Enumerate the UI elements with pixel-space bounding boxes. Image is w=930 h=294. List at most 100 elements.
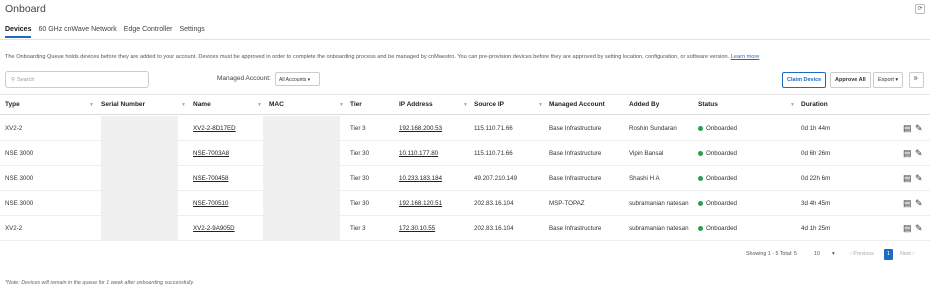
col-ip[interactable]: IP Address <box>399 101 433 108</box>
search-input[interactable]: ⚲ Search <box>5 71 149 88</box>
mac-cell <box>263 166 340 190</box>
current-page-button[interactable]: 1 <box>884 249 893 260</box>
type-cell: NSE 3000 <box>5 200 34 207</box>
status-badge: Onboarded <box>698 225 737 232</box>
filter-icon[interactable]: ▼ <box>339 102 344 108</box>
managed-account-label: Managed Account: <box>217 75 271 82</box>
col-name[interactable]: Name <box>193 101 211 108</box>
mac-cell <box>263 116 340 140</box>
filter-icon[interactable]: ▼ <box>181 102 186 108</box>
status-text: Onboarded <box>706 200 737 207</box>
duration-cell: 4d 1h 25m <box>801 225 831 232</box>
tier-cell: Tier 30 <box>350 175 370 182</box>
serial-number-cell <box>101 191 178 215</box>
ip-link[interactable]: 172.30.10.55 <box>399 225 435 232</box>
status-text: Onboarded <box>706 225 737 232</box>
export-button[interactable]: Export ▾ <box>873 72 904 88</box>
details-icon[interactable]: ▤ <box>903 173 912 184</box>
table-row: XV2-2 XV2-2-8D17ED Tier 3 192.168.200.53… <box>0 116 930 141</box>
tier-cell: Tier 30 <box>350 200 370 207</box>
footnote: *Note: Devices will remain in the queue … <box>5 280 195 286</box>
tab-cnwave[interactable]: 60 GHz cnWave Network <box>38 26 116 38</box>
filter-icon[interactable]: ▼ <box>89 102 94 108</box>
details-icon[interactable]: ▤ <box>903 123 912 134</box>
serial-number-cell <box>101 116 178 140</box>
info-description: The Onboarding Queue holds devices befor… <box>5 54 730 60</box>
col-status[interactable]: Status <box>698 101 718 108</box>
account-cell: Base Infrastructure <box>549 225 602 232</box>
page-size-select[interactable]: 10 <box>814 251 820 257</box>
serial-number-cell <box>101 166 178 190</box>
columns-icon[interactable]: ⊪ <box>909 72 924 88</box>
edit-icon[interactable]: ✎ <box>915 173 923 184</box>
added-by-cell: subramanian natesan <box>629 200 689 207</box>
edit-icon[interactable]: ✎ <box>915 148 923 159</box>
chevron-down-icon[interactable]: ▾ <box>832 251 835 257</box>
tier-cell: Tier 30 <box>350 150 370 157</box>
source-ip-cell: 115.110.71.66 <box>474 125 513 132</box>
col-duration[interactable]: Duration <box>801 101 828 108</box>
device-name-link[interactable]: NSE-700510 <box>193 200 228 207</box>
tab-devices[interactable]: Devices <box>5 26 32 38</box>
tier-cell: Tier 3 <box>350 225 366 232</box>
claim-device-button[interactable]: Claim Device <box>782 72 827 88</box>
col-managed-account[interactable]: Managed Account <box>549 101 605 108</box>
filter-icon[interactable]: ▼ <box>790 102 795 108</box>
device-name-link[interactable]: NSE-7003A8 <box>193 150 229 157</box>
ip-link[interactable]: 10.233.183.184 <box>399 175 442 182</box>
refresh-icon[interactable]: ⟳ <box>915 4 925 14</box>
info-text: The Onboarding Queue holds devices befor… <box>5 54 759 60</box>
edit-icon[interactable]: ✎ <box>915 198 923 209</box>
col-source-ip[interactable]: Source IP <box>474 101 504 108</box>
status-dot-icon <box>698 150 703 156</box>
tab-edge-controller[interactable]: Edge Controller <box>124 26 173 38</box>
account-cell: MSP-TOPAZ <box>549 200 585 207</box>
account-cell: Base Infrastructure <box>549 125 602 132</box>
table-row: XV2-2 XV2-2-9A905D Tier 3 172.30.10.55 2… <box>0 216 930 241</box>
type-cell: NSE 3000 <box>5 150 34 157</box>
col-tier[interactable]: Tier <box>350 101 362 108</box>
status-dot-icon <box>698 175 703 181</box>
col-type[interactable]: Type <box>5 101 20 108</box>
device-name-link[interactable]: XV2-2-8D17ED <box>193 125 236 132</box>
device-name-link[interactable]: XV2-2-9A905D <box>193 225 235 232</box>
source-ip-cell: 202.83.16.104 <box>474 225 514 232</box>
col-added-by[interactable]: Added By <box>629 101 659 108</box>
tab-bar: Devices 60 GHz cnWave Network Edge Contr… <box>5 26 205 38</box>
filter-icon[interactable]: ▼ <box>257 102 262 108</box>
managed-account-select[interactable]: All Accounts ▾ <box>275 72 320 86</box>
details-icon[interactable]: ▤ <box>903 198 912 209</box>
table-row: NSE 3000 NSE-700510 Tier 30 192.168.120.… <box>0 191 930 216</box>
ip-link[interactable]: 192.168.120.51 <box>399 200 442 207</box>
status-badge: Onboarded <box>698 125 737 132</box>
status-text: Onboarded <box>706 150 737 157</box>
edit-icon[interactable]: ✎ <box>915 123 923 134</box>
added-by-cell: Shashi H A <box>629 175 660 182</box>
tab-settings[interactable]: Settings <box>179 26 204 38</box>
col-mac[interactable]: MAC <box>269 101 284 108</box>
status-text: Onboarded <box>706 125 737 132</box>
page-title: Onboard <box>5 3 46 15</box>
approve-all-button[interactable]: Approve All <box>830 72 871 88</box>
status-badge: Onboarded <box>698 150 737 157</box>
ip-link[interactable]: 192.168.200.53 <box>399 125 442 132</box>
tabs-divider <box>0 39 930 40</box>
details-icon[interactable]: ▤ <box>903 223 912 234</box>
device-name-link[interactable]: NSE-700458 <box>193 175 228 182</box>
pagination-summary: Showing 1 - 5 Total: 5 <box>746 251 797 257</box>
col-serial[interactable]: Serial Number <box>101 101 145 108</box>
filter-icon[interactable]: ▼ <box>538 102 543 108</box>
serial-number-cell <box>101 141 178 165</box>
type-cell: NSE 3000 <box>5 175 34 182</box>
learn-more-link[interactable]: Learn more <box>731 54 760 60</box>
status-text: Onboarded <box>706 175 737 182</box>
details-icon[interactable]: ▤ <box>903 148 912 159</box>
ip-link[interactable]: 10.110.177.80 <box>399 150 438 157</box>
filter-icon[interactable]: ▼ <box>463 102 468 108</box>
previous-page-button[interactable]: ‹ Previous <box>850 251 874 257</box>
table-header: Type ▼ Serial Number ▼ Name ▼ MAC ▼ Tier… <box>0 94 930 115</box>
edit-icon[interactable]: ✎ <box>915 223 923 234</box>
next-page-button[interactable]: Next › <box>900 251 914 257</box>
status-badge: Onboarded <box>698 175 737 182</box>
type-cell: XV2-2 <box>5 125 23 132</box>
